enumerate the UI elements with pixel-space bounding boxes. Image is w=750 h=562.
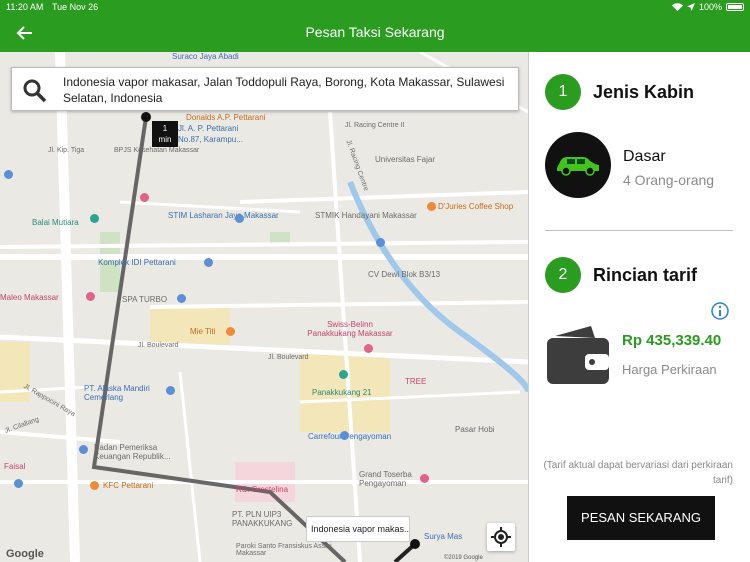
map-poi-pin[interactable] — [376, 238, 385, 247]
map-label: Maleo Makassar — [0, 293, 59, 302]
map-label: Jl. Boulevard — [138, 342, 179, 349]
map-poi-pin[interactable] — [364, 344, 373, 353]
map-label: RS. Grestelina — [236, 485, 289, 494]
map-poi-pin[interactable] — [339, 370, 348, 379]
map-poi-pin[interactable] — [90, 214, 99, 223]
wifi-icon — [671, 3, 683, 11]
map-label: Komplek IDI Pettarani — [98, 258, 176, 267]
step-number-2: 2 — [545, 257, 581, 293]
destination-line1: Jl. A. P. Pettarani — [178, 124, 239, 133]
cabin-type-heading: Jenis Kabin — [593, 82, 695, 102]
map-label: Balai Mutiara — [32, 218, 79, 227]
map-poi-pin[interactable] — [204, 258, 213, 267]
map-label: Universitas Fajar — [375, 155, 436, 164]
map-label: BPJS Kesehatan Makassar — [114, 147, 200, 154]
map-label: Swiss-Belinn Panakkukang Makassar — [307, 320, 393, 338]
map-label: CV Dewi Blok B3/13 — [368, 270, 441, 279]
map-label: STIM Lasharan Jaya Makassar — [168, 211, 279, 220]
booking-panel: 1 Jenis Kabin Dasar 4 Orang-orang 2 Rinc… — [528, 52, 750, 562]
location-arrow-icon — [686, 3, 695, 11]
map-poi-pin[interactable] — [340, 431, 349, 440]
destination-label: Jl. A. P. Pettarani No.87, Karampu... — [178, 123, 243, 145]
map-label: Panakkukang 21 — [312, 388, 372, 397]
map-label: Carrefour Pengayoman — [308, 432, 392, 441]
fare-details-heading: Rincian tarif — [593, 265, 698, 285]
map-label: Badan Pemeriksa Keuangan Republik... — [94, 443, 171, 461]
order-now-button[interactable]: PESAN SEKARANG — [567, 496, 715, 540]
map-label: TREE — [405, 377, 427, 386]
search-box[interactable]: Indonesia vapor makasar, Jalan Toddopuli… — [11, 67, 519, 111]
map-label: Grand Toserba Pengayoman — [359, 470, 412, 488]
map-label: Mie Titi — [190, 327, 216, 336]
map-poi-pin[interactable] — [79, 445, 88, 454]
map-label: Suraco Jaya Abadi — [172, 52, 239, 61]
map-poi-pin[interactable] — [86, 292, 95, 301]
origin-label[interactable]: Indonesia vapor makas... — [306, 516, 410, 542]
map-poi-pin[interactable] — [226, 327, 235, 336]
section-divider — [545, 230, 733, 231]
wallet-icon — [547, 326, 609, 384]
fare-disclaimer: (Tarif aktual dapat bervariasi dari perk… — [543, 460, 733, 486]
cabin-capacity: 4 Orang-orang — [623, 172, 715, 188]
search-input[interactable]: Indonesia vapor makasar, Jalan Toddopuli… — [63, 74, 510, 106]
map-poi-pin[interactable] — [235, 214, 244, 223]
map-poi-pin[interactable] — [177, 294, 186, 303]
status-date: Tue Nov 26 — [52, 2, 99, 12]
map-label: Donalds A.P. Pettarani — [186, 113, 266, 122]
map-poi-pin[interactable] — [166, 386, 175, 395]
my-location-button[interactable] — [487, 523, 515, 551]
status-time: 11:20 AM — [6, 2, 44, 12]
map-poi-pin[interactable] — [140, 193, 149, 202]
nav-bar: Pesan Taksi Sekarang — [0, 14, 750, 52]
destination-line2: No.87, Karampu... — [178, 135, 243, 144]
map-poi-pin[interactable] — [420, 474, 429, 483]
map-label: Pasar Hobi — [455, 425, 495, 434]
eta-badge: 1 min — [152, 121, 178, 147]
cabin-name: Dasar — [623, 148, 666, 165]
map-label: PT. Alaska Mandiri Cemerlang — [84, 384, 150, 402]
map-label: KFC Pettarani — [103, 481, 154, 490]
map-label: PT. PLN UIP3 PANAKKUKANG — [232, 510, 293, 528]
map-view[interactable]: Suraco Jaya Abadi Donalds A.P. Pettarani… — [0, 52, 528, 562]
battery-percent: 100% — [698, 2, 722, 12]
fare-label: Harga Perkiraan — [622, 362, 717, 377]
status-bar: 11:20 AM Tue Nov 26 100% — [0, 0, 750, 14]
map-poi-pin[interactable] — [14, 479, 23, 488]
map-label: Jl. Kip. Tiga — [48, 147, 85, 154]
eta-value: 1 — [162, 124, 168, 133]
fare-amount: Rp 435,339.40 — [622, 332, 722, 349]
map-poi-pin[interactable] — [427, 202, 436, 211]
battery-icon — [726, 3, 744, 11]
map-label: Surya Mas — [424, 532, 463, 541]
map-label: Paroki Santo Fransiskus Assisi Makassar — [236, 543, 332, 557]
map-poi-pin[interactable] — [90, 481, 99, 490]
step-number-1: 1 — [545, 74, 581, 110]
eta-unit: min — [158, 135, 172, 144]
crosshair-icon — [491, 527, 511, 547]
page-title: Pesan Taksi Sekarang — [305, 24, 445, 40]
map-poi-pin[interactable] — [4, 170, 13, 179]
map-label: Jl. Boulevard — [268, 354, 309, 361]
map-label: D'Juries Coffee Shop — [438, 202, 514, 211]
search-icon[interactable] — [22, 78, 48, 104]
info-icon[interactable] — [711, 302, 729, 320]
map-label: Faisal — [4, 462, 26, 471]
status-right: 100% — [671, 2, 744, 12]
map-copyright: ©2019 Google — [444, 555, 483, 561]
car-icon — [557, 157, 599, 176]
map-label: Jl. Racing Centre II — [345, 122, 405, 129]
map-label: SPA TURBO — [122, 295, 168, 304]
cabin-option-basic[interactable] — [545, 132, 611, 198]
map-label: STMIK Handayani Makassar — [315, 211, 417, 220]
google-logo: Google — [6, 548, 44, 560]
